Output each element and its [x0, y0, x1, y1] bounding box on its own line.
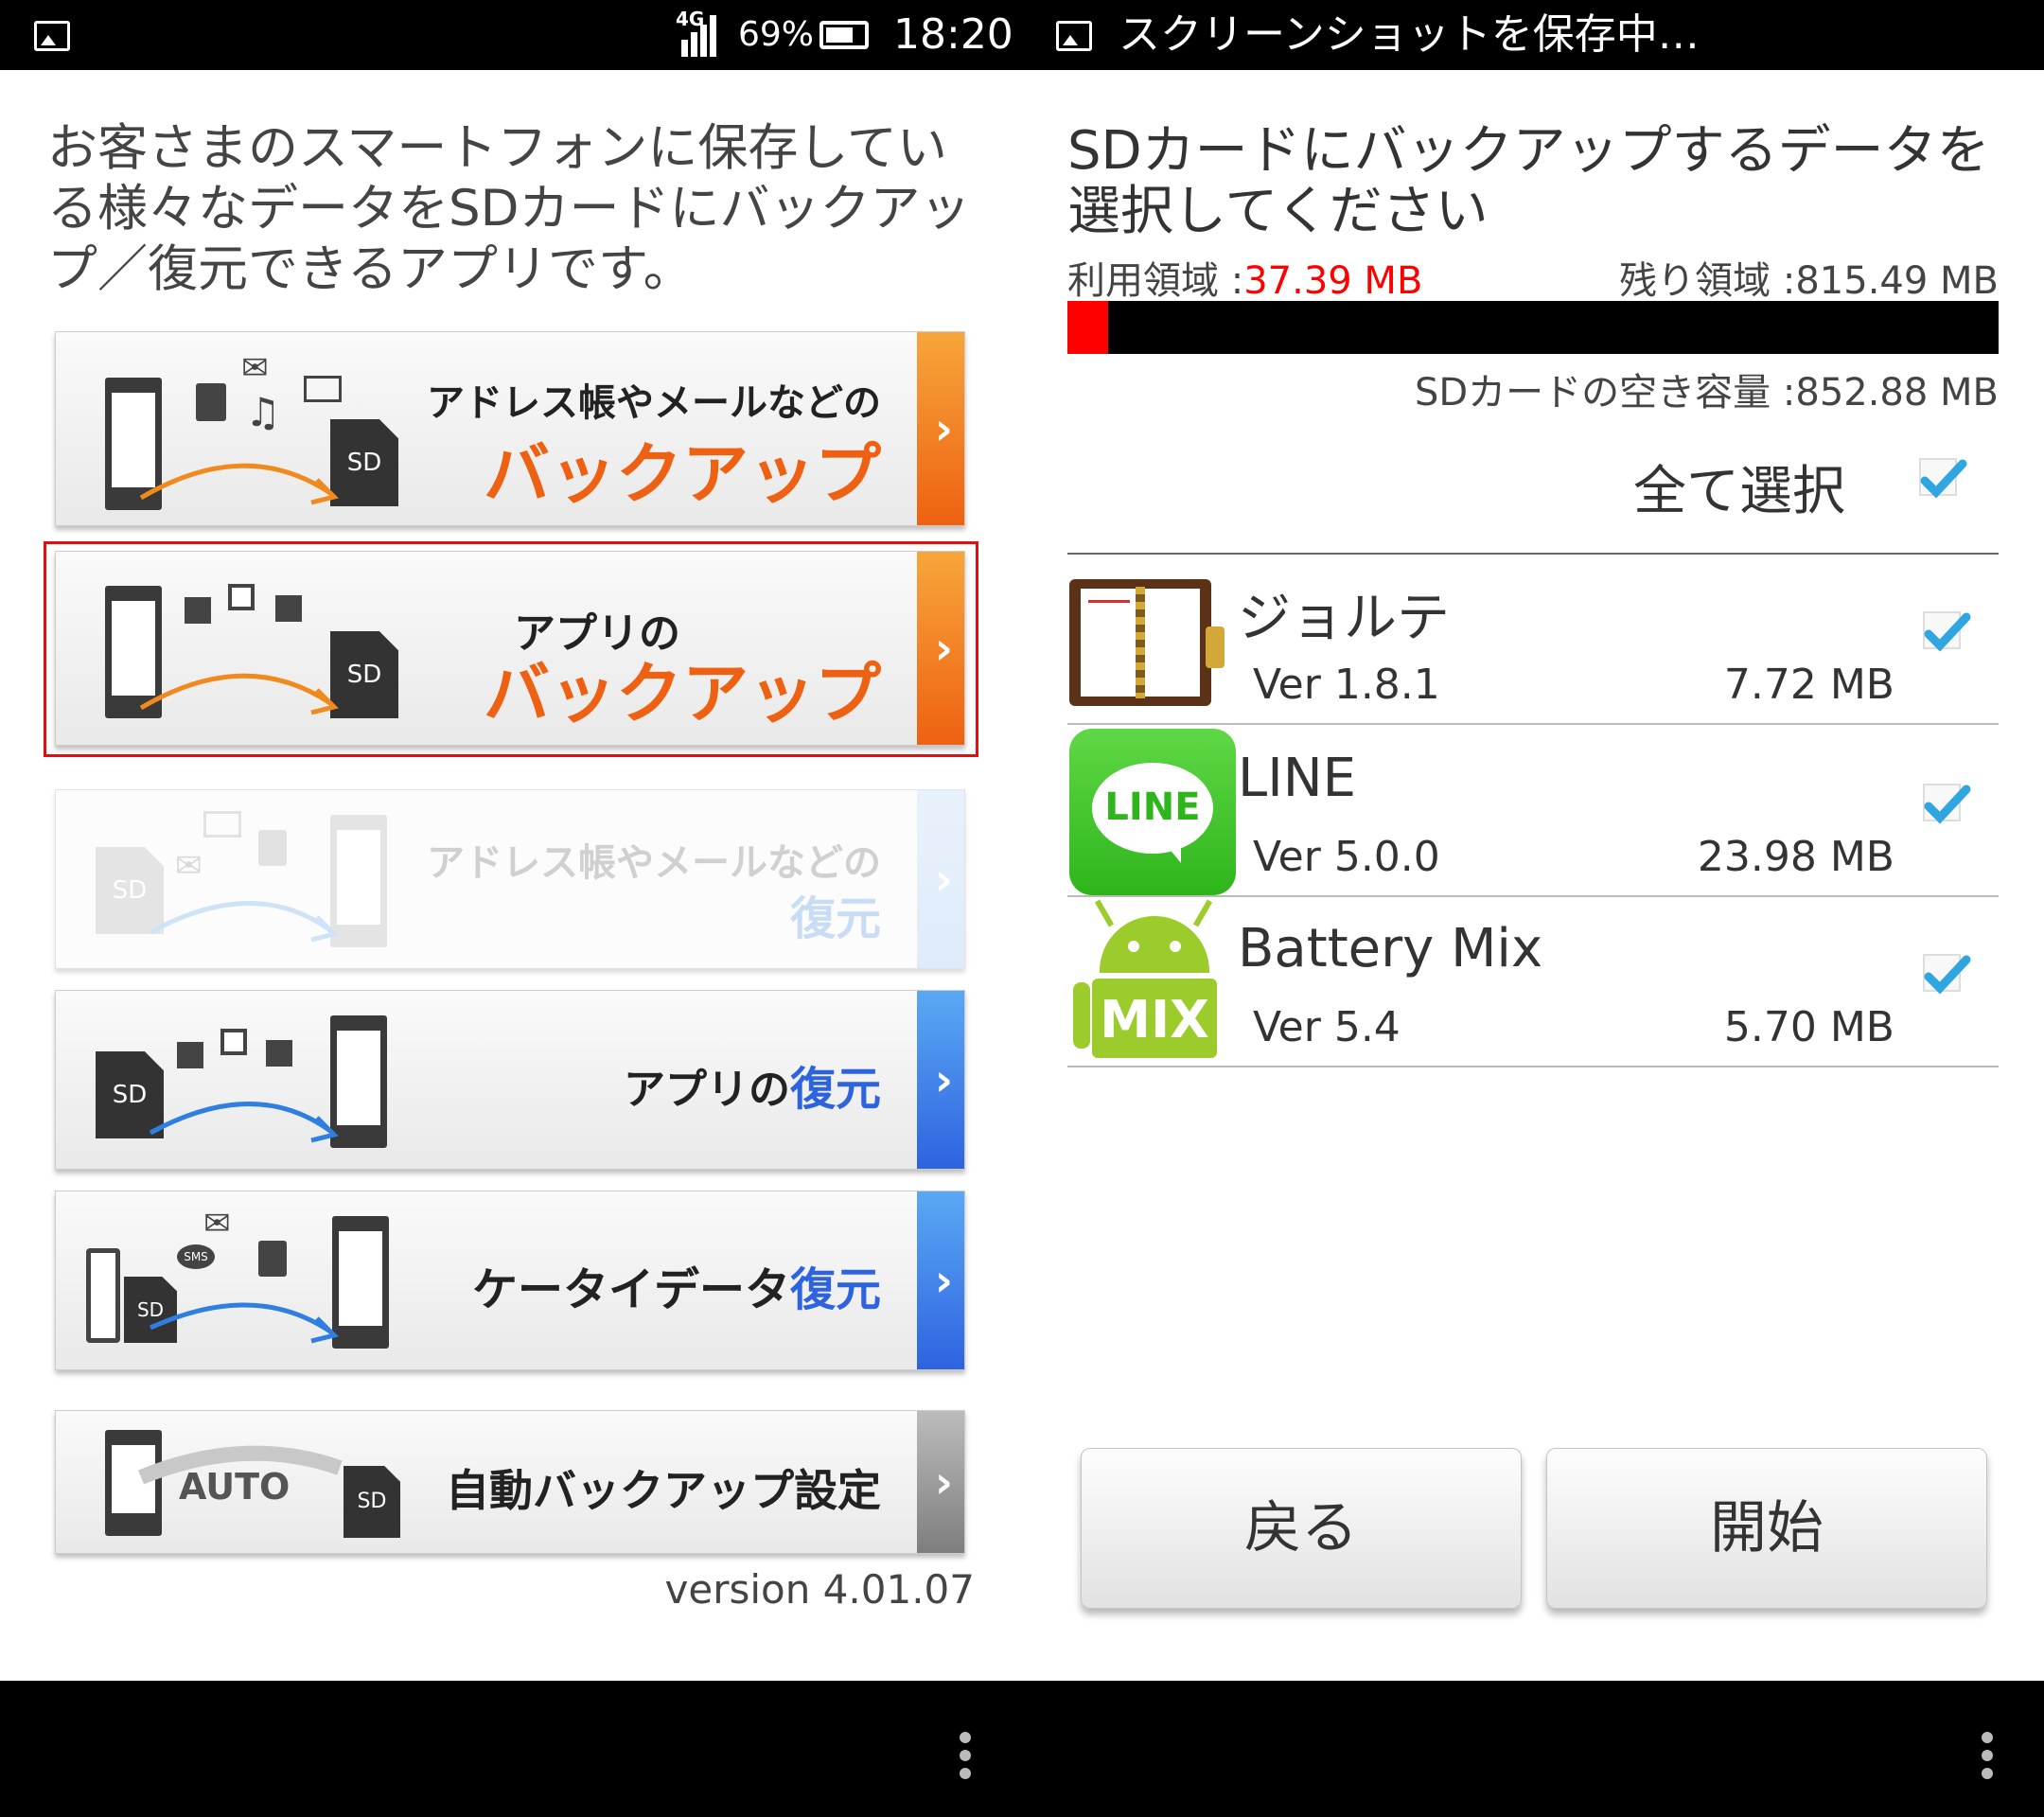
card-line2: バックアップ — [484, 435, 881, 513]
arrow-icon — [139, 463, 339, 505]
card-line1: アドレス帳やメールなどの — [427, 841, 881, 885]
arrow-icon — [149, 1102, 339, 1143]
app-size: 5.70 MB — [1723, 1003, 1894, 1051]
version-label: version 4.01.07 — [664, 1566, 976, 1613]
intro-text: お客さまのスマートフォンに保存している様々なデータをSDカードにバックアップ／復… — [47, 119, 971, 298]
app-version: Ver 5.0.0 — [1253, 833, 1440, 881]
photo-icon — [203, 811, 241, 838]
navigation-bar — [0, 1681, 2044, 1817]
checkmark-icon — [1924, 785, 1971, 824]
storage-usage-bar — [1067, 301, 1999, 354]
contact-icon — [196, 383, 226, 421]
app-row-battery-mix[interactable]: MIX Battery Mix Ver 5.4 5.70 MB — [1067, 899, 1999, 1067]
app-version: Ver 1.8.1 — [1253, 661, 1440, 709]
address-mail-restore-button[interactable]: SD ✉ アドレス帳やメールなどの 復元 › — [55, 789, 965, 969]
used-space: 利用領域 :37.39 MB — [1067, 250, 1422, 305]
select-all-checkbox[interactable] — [1919, 458, 1967, 499]
address-mail-backup-button[interactable]: SD ✉ ♫ アドレス帳やメールなどの バックアップ › — [55, 331, 965, 526]
sms-icon: SMS — [177, 1244, 215, 1269]
signal-icon: 4G — [676, 8, 723, 59]
chevron-right-icon: › — [935, 1054, 953, 1105]
chevron-right-icon: › — [935, 1456, 953, 1508]
app-checkbox[interactable] — [1923, 954, 1971, 995]
chevron-right-icon: › — [935, 623, 953, 674]
select-all-label: 全て選択 — [1633, 461, 1845, 522]
mail-icon: ✉ — [175, 847, 203, 885]
card-line2: 復元 — [789, 892, 881, 945]
overflow-menu-icon[interactable] — [960, 1732, 971, 1779]
app-name: Battery Mix — [1238, 918, 1543, 979]
divider — [1067, 723, 1999, 725]
battery-percent: 69% — [738, 15, 815, 54]
status-bar: 4G 69% 18:20 スクリーンショットを保存中… — [0, 0, 2044, 70]
contact-icon — [258, 830, 287, 866]
remaining-space: 残り領域 :815.49 MB — [1619, 259, 1999, 303]
card-line1: 自動バックアップ設定 — [446, 1465, 881, 1516]
photo-icon — [304, 376, 342, 402]
app-row-line[interactable]: LINE LINE Ver 5.0.0 23.98 MB — [1067, 729, 1999, 897]
sd-free-space: SDカードの空き容量 :852.88 MB — [1414, 371, 1999, 415]
picture-icon — [34, 21, 70, 51]
app-version: Ver 5.4 — [1253, 1003, 1401, 1051]
clock: 18:20 — [893, 10, 1013, 59]
app-square-icon — [220, 1029, 247, 1055]
card-line2: 復元 — [789, 1263, 881, 1316]
battery-mix-icon: MIX — [1073, 899, 1234, 1066]
divider — [1067, 1066, 1999, 1067]
app-square-icon — [266, 1040, 292, 1067]
app-size: 23.98 MB — [1697, 833, 1894, 881]
checkmark-icon — [1920, 459, 1967, 499]
feature-phone-restore-button[interactable]: SD SMS ✉ ケータイデータ 復元 › — [55, 1191, 965, 1370]
battery-mix-icon-text: MIX — [1100, 990, 1209, 1050]
back-button[interactable]: 戻る — [1081, 1448, 1522, 1609]
app-name: ジョルテ — [1238, 588, 1450, 649]
auto-backup-settings-button[interactable]: AUTO SD 自動バックアップ設定 › — [55, 1410, 965, 1554]
music-icon: ♫ — [245, 389, 281, 435]
app-size: 7.72 MB — [1723, 661, 1894, 709]
divider — [1067, 553, 1999, 555]
card-line2: 復元 — [789, 1063, 881, 1116]
app-name: LINE — [1238, 748, 1356, 809]
used-space-value: 37.39 MB — [1243, 259, 1423, 303]
chevron-right-icon: › — [935, 1255, 953, 1306]
divider — [1067, 895, 1999, 897]
checkmark-icon — [1924, 612, 1971, 652]
card-line1: ケータイデータ — [471, 1263, 790, 1316]
chevron-right-icon: › — [935, 854, 953, 905]
app-row-jorte[interactable]: ジョルテ Ver 1.8.1 7.72 MB — [1067, 556, 1999, 725]
used-space-label: 利用領域 : — [1067, 259, 1244, 303]
arrow-icon — [149, 1302, 339, 1344]
card-line2: バックアップ — [484, 655, 881, 732]
app-square-icon — [177, 1042, 203, 1068]
picture-icon — [1056, 21, 1092, 51]
notification-text: スクリーンショットを保存中… — [1119, 10, 1700, 59]
card-line1: アドレス帳やメールなどの — [427, 381, 881, 425]
storage-usage-fill — [1067, 301, 1109, 354]
app-checkbox[interactable] — [1923, 611, 1971, 652]
card-line1: アプリの — [624, 1066, 790, 1114]
mail-icon: ✉ — [241, 349, 269, 387]
app-square-icon — [228, 584, 255, 610]
checkmark-icon — [1924, 955, 1971, 995]
arrow-icon — [139, 673, 339, 715]
app-backup-button[interactable]: SD アプリの バックアップ › — [55, 551, 965, 746]
overflow-menu-icon[interactable] — [1982, 1732, 1993, 1779]
line-icon: LINE — [1069, 729, 1236, 895]
chevron-right-icon: › — [935, 403, 953, 454]
battery-icon — [819, 21, 869, 49]
page-title: SDカードにバックアップするデータを選択してください — [1067, 120, 1990, 242]
app-square-icon — [275, 595, 302, 622]
auto-label: AUTO — [179, 1466, 291, 1508]
line-icon-text: LINE — [1104, 785, 1201, 829]
app-checkbox[interactable] — [1923, 784, 1971, 824]
jorte-icon — [1069, 579, 1226, 706]
feature-phone-icon — [86, 1248, 120, 1343]
mail-icon: ✉ — [203, 1205, 231, 1243]
sd-card-icon: SD — [344, 1466, 400, 1538]
start-button[interactable]: 開始 — [1546, 1448, 1987, 1609]
app-square-icon — [185, 597, 211, 624]
app-restore-button[interactable]: SD アプリの 復元 › — [55, 990, 965, 1170]
